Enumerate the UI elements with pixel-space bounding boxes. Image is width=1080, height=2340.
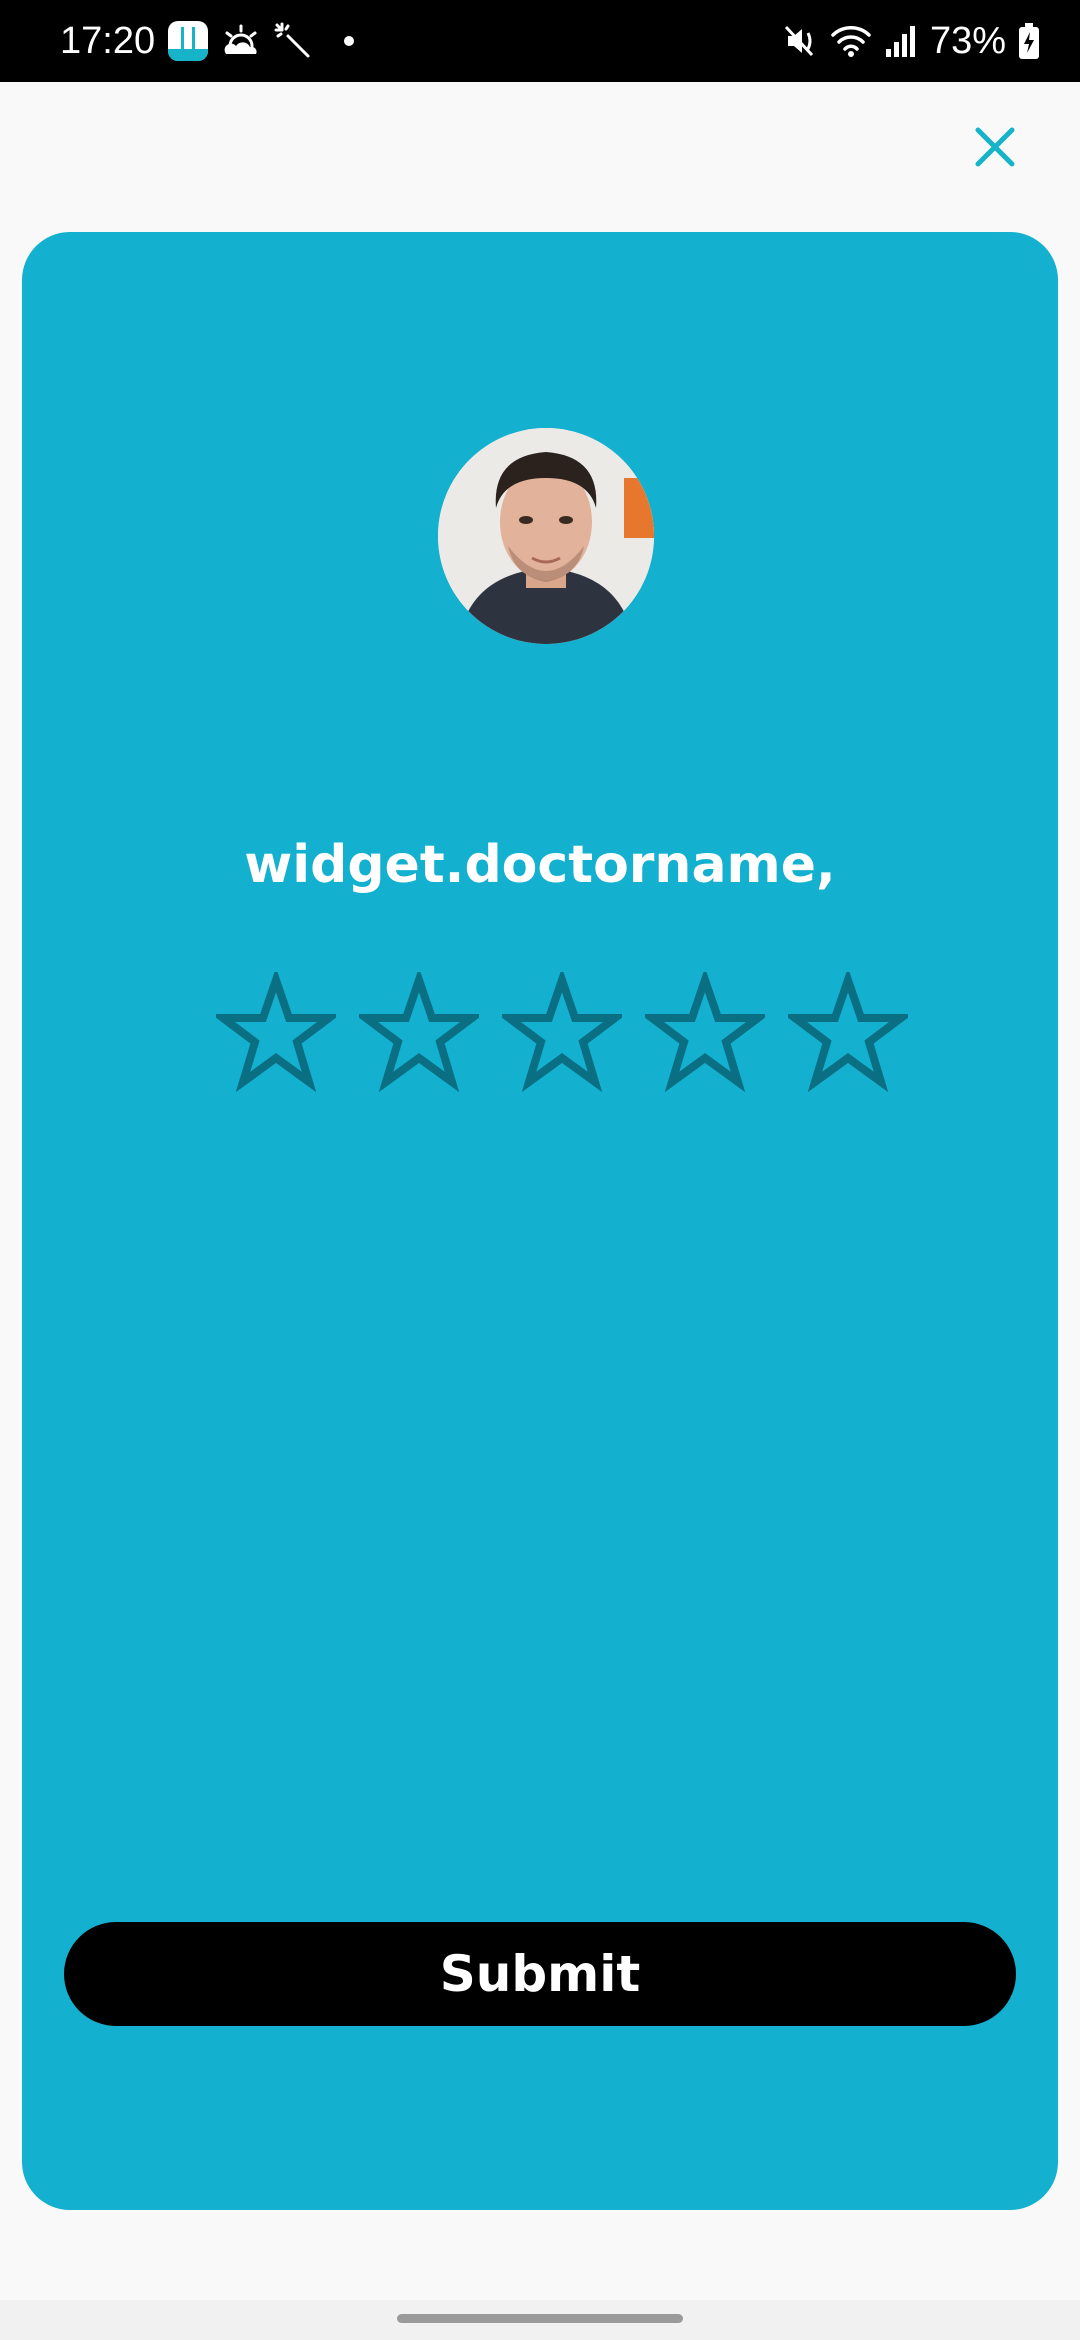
doctor-avatar [438,428,654,644]
battery-charging-icon [1019,23,1039,59]
more-dot-icon [344,36,354,46]
mute-icon [784,25,814,57]
close-icon [975,127,1015,167]
status-time: 17:20 [60,20,156,62]
battery-percentage: 73% [929,19,1006,62]
star-3-icon[interactable] [502,972,622,1092]
star-2-icon[interactable] [359,972,479,1092]
star-5-icon[interactable] [788,972,908,1092]
home-gesture-handle[interactable] [397,2314,683,2323]
star-1-icon[interactable] [216,972,336,1092]
star-4-icon[interactable] [645,972,765,1092]
magic-wand-icon [274,22,310,58]
status-notification-icons [168,20,354,62]
submit-button[interactable]: Submit [64,1922,1016,2026]
weather-sunrise-icon [224,24,257,54]
signal-icon [885,26,915,57]
status-system-icons: 73% [782,16,1040,66]
status-bar: 17:20 73% [0,0,1080,82]
rating-card: widget.doctorname, Submit [22,232,1058,2210]
wifi-icon [831,26,871,57]
close-button[interactable] [966,118,1024,176]
doctor-name: widget.doctorname, [244,835,836,895]
navigation-bar [0,2300,1080,2340]
star-rating[interactable] [216,972,908,1102]
app-notification-icon [168,21,208,61]
